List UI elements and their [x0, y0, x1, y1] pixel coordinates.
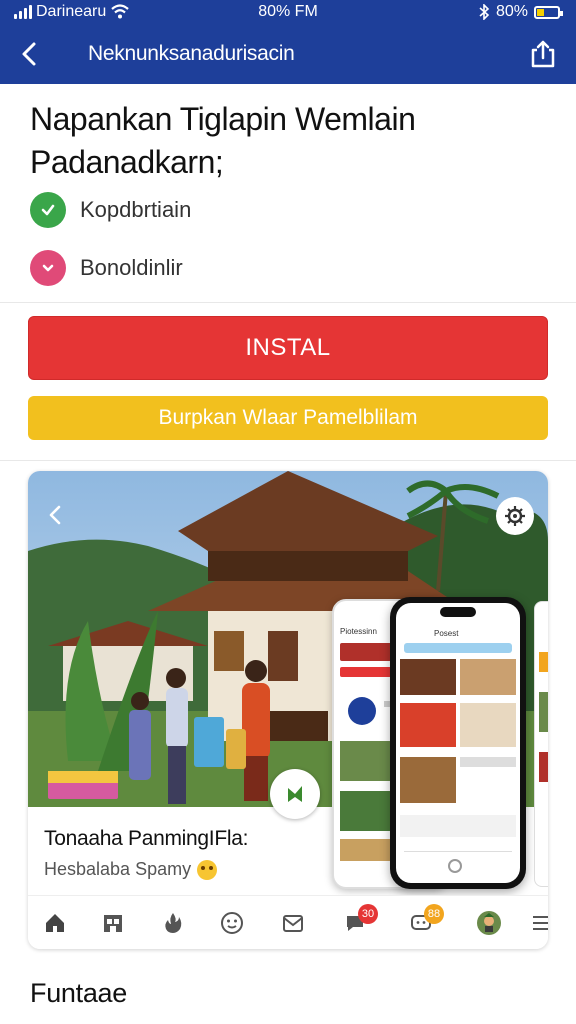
gear-icon	[505, 506, 525, 526]
share-icon	[531, 40, 555, 68]
phone-thumb	[539, 752, 548, 782]
promo-title: Tonaaha PanmingIFla:	[44, 827, 249, 850]
phone-thumb	[400, 703, 456, 747]
phone-mockup-right	[534, 601, 548, 887]
nav-reactions[interactable]	[217, 908, 247, 938]
phone-thumb	[539, 692, 548, 732]
nav-trending[interactable]	[158, 908, 188, 938]
store-icon	[104, 915, 122, 932]
header-title: Neknunksanadurisacin	[88, 42, 295, 65]
feature-label: Bonoldinlir	[80, 255, 183, 280]
phone-thumb	[460, 703, 516, 747]
promo-subtitle: Hesbalaba Spamy	[44, 859, 218, 880]
fire-icon	[165, 913, 182, 933]
back-button[interactable]	[14, 38, 46, 70]
emoji-icon	[197, 859, 218, 880]
app-header: Neknunksanadurisacin	[0, 26, 576, 84]
status-bar: Darinearu 80% FM 80%	[0, 0, 576, 26]
nav-home[interactable]	[40, 908, 70, 938]
nav-store[interactable]	[98, 908, 128, 938]
phone-divider	[404, 851, 512, 852]
bookmark-icon	[288, 786, 302, 802]
nav-messages[interactable]: 88	[406, 904, 444, 938]
menu-icon	[533, 916, 548, 930]
chevron-left-icon	[49, 505, 61, 525]
promo-card[interactable]: Piotessinn Posest Tonaaha PanmingIFla: H…	[28, 471, 548, 949]
phone-thumb	[400, 757, 456, 803]
phone-line	[460, 757, 516, 767]
bluetooth-icon	[479, 4, 490, 20]
phone-back-title: Piotessinn	[340, 627, 377, 636]
secondary-action-button[interactable]: Burpkan Wlaar Pamelblilam	[28, 396, 548, 440]
divider	[0, 460, 576, 461]
feature-item-download: Bonoldinlir	[30, 250, 183, 286]
share-button[interactable]	[528, 38, 558, 70]
bottom-nav: 30 88	[28, 895, 548, 949]
card-back-button[interactable]	[42, 501, 70, 529]
section-title: Funtaae	[30, 978, 127, 1008]
feature-label: Kopdbrtiain	[80, 197, 192, 222]
phone-search	[404, 643, 512, 653]
feature-item-verified: Kopdbrtiain	[30, 192, 191, 228]
chevron-left-icon	[22, 42, 36, 66]
phone-thumb	[539, 652, 548, 672]
avatar	[477, 911, 501, 935]
phone-avatar	[348, 697, 376, 725]
battery-percent: 80%	[495, 3, 528, 20]
chevron-down-icon	[30, 250, 66, 286]
home-indicator-icon	[448, 859, 462, 873]
promo-subtitle-text: Hesbalaba Spamy	[44, 859, 192, 879]
messages-badge: 88	[424, 904, 444, 924]
phone-screen: Posest	[396, 603, 520, 883]
phone-front-title: Posest	[434, 629, 459, 638]
nav-profile[interactable]	[474, 908, 504, 938]
inbox-icon	[283, 915, 303, 932]
nav-inbox[interactable]	[278, 908, 308, 938]
nav-chat[interactable]: 30	[340, 904, 378, 938]
install-button[interactable]: INSTAL	[28, 316, 548, 380]
smile-icon	[221, 912, 243, 934]
phone-row	[400, 815, 516, 837]
phone-notch	[440, 607, 476, 617]
phone-thumb	[400, 659, 456, 695]
bookmark-button[interactable]	[270, 769, 320, 819]
app-title: Napankan Tiglapin Wemlain Padanadkarn;	[30, 101, 416, 180]
check-icon	[30, 192, 66, 228]
card-settings-button[interactable]	[496, 497, 534, 535]
chat-badge: 30	[358, 904, 378, 924]
phone-thumb	[460, 659, 516, 695]
nav-menu[interactable]	[526, 908, 548, 938]
battery-icon	[534, 5, 563, 19]
divider	[0, 302, 576, 303]
phone-mockup-front: Posest	[390, 597, 526, 889]
status-right: 80%	[478, 3, 563, 21]
home-icon	[46, 914, 64, 932]
